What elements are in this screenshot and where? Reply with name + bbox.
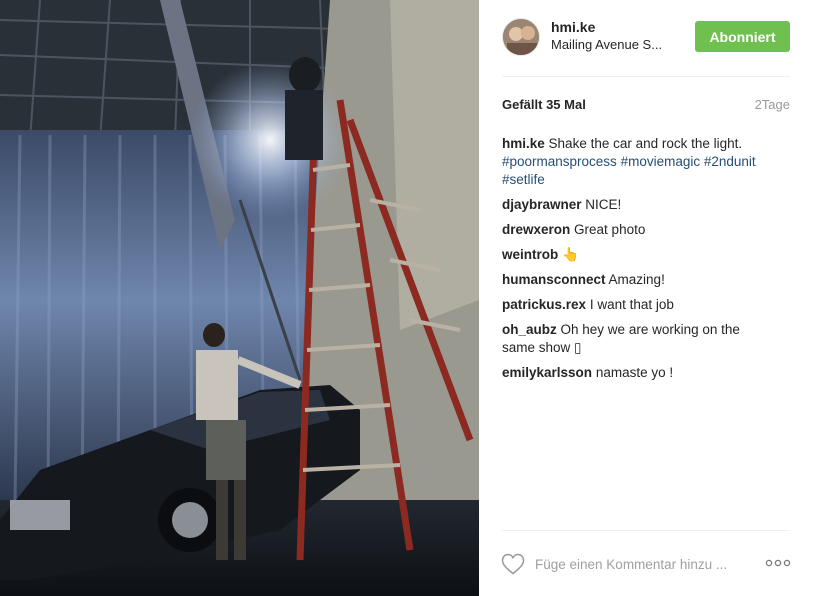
more-options-icon[interactable] <box>765 556 791 570</box>
comment-username[interactable]: emilykarlsson <box>502 365 592 380</box>
add-comment-input[interactable] <box>535 554 735 574</box>
hashtag[interactable]: #poormansprocess <box>502 154 617 169</box>
comment-item: djaybrawner NICE! <box>502 196 772 214</box>
follow-button[interactable]: Abonniert <box>695 21 790 52</box>
comments-list: hmi.ke Shake the car and rock the light.… <box>502 135 772 389</box>
hashtag[interactable]: #moviemagic <box>621 154 701 169</box>
comment-text: I want that job <box>589 297 674 312</box>
comment-username[interactable]: patrickus.rex <box>502 297 586 312</box>
post-photo[interactable] <box>0 0 479 596</box>
comment-username[interactable]: humansconnect <box>502 272 606 287</box>
comment-text: 👆 <box>562 247 579 262</box>
post-details-panel: hmi.ke Mailing Avenue S... Abonniert Gef… <box>479 0 813 596</box>
caption-text: Shake the car and rock the light. <box>548 136 743 151</box>
caption-username[interactable]: hmi.ke <box>502 136 545 151</box>
comment-item: drewxeron Great photo <box>502 221 772 239</box>
author-username[interactable]: hmi.ke <box>551 19 595 35</box>
divider <box>502 76 790 77</box>
post-location[interactable]: Mailing Avenue S... <box>551 37 679 52</box>
comment-text: Great photo <box>574 222 646 237</box>
comment-item: humansconnect Amazing! <box>502 271 772 289</box>
comment-item: patrickus.rex I want that job <box>502 296 772 314</box>
instagram-post: hmi.ke Mailing Avenue S... Abonniert Gef… <box>0 0 813 596</box>
post-age[interactable]: 2Tage <box>755 97 790 112</box>
comment-text: Amazing! <box>608 272 665 287</box>
comment-item: oh_aubz Oh hey we are working on the sam… <box>502 321 772 357</box>
comment-text: namaste yo ! <box>595 365 674 380</box>
divider <box>502 530 790 531</box>
film-set-photo <box>0 0 479 596</box>
comment-item: emilykarlsson namaste yo ! <box>502 364 772 382</box>
comment-text: NICE! <box>585 197 622 212</box>
post-header: hmi.ke Mailing Avenue S... Abonniert <box>479 0 813 76</box>
comment-username[interactable]: djaybrawner <box>502 197 582 212</box>
caption: hmi.ke Shake the car and rock the light.… <box>502 135 772 189</box>
hashtag[interactable]: #setlife <box>502 172 545 187</box>
comment-item: weintrob 👆 <box>502 246 772 264</box>
comment-username[interactable]: weintrob <box>502 247 558 262</box>
hashtag[interactable]: #2ndunit <box>704 154 756 169</box>
avatar-image <box>503 19 539 55</box>
like-count[interactable]: Gefällt 35 Mal <box>502 97 586 112</box>
comment-username[interactable]: drewxeron <box>502 222 570 237</box>
author-avatar[interactable] <box>502 18 540 56</box>
heart-outline-icon[interactable] <box>501 553 525 575</box>
comment-username[interactable]: oh_aubz <box>502 322 557 337</box>
